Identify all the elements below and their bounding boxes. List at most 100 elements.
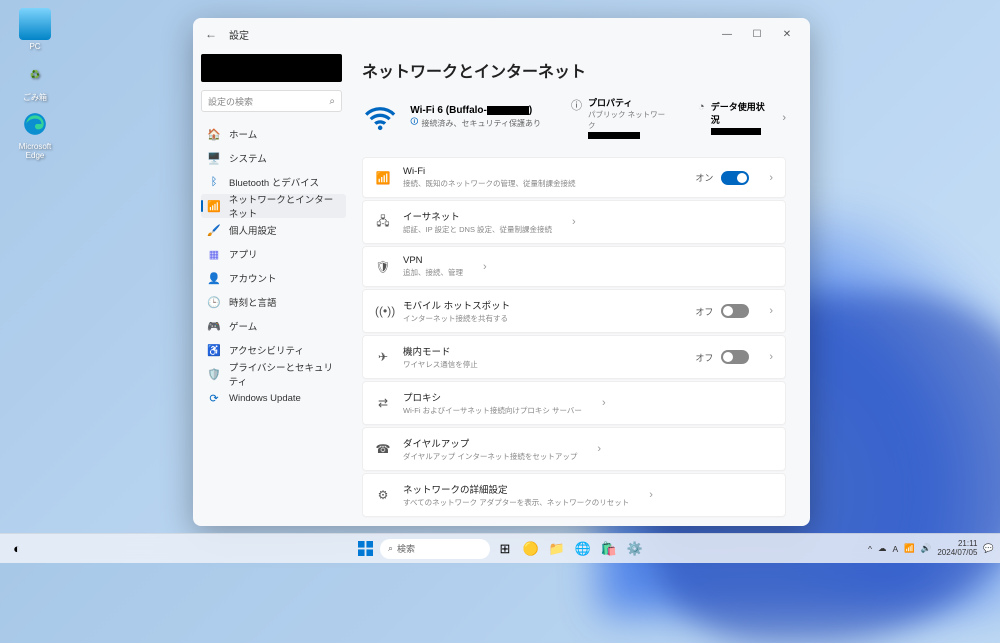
redacted-block [711,128,761,135]
apps-icon: ▦ [207,247,221,261]
chevron-right-icon: › [649,489,653,501]
taskbar-app-store[interactable]: 🛍️ [598,538,620,560]
sidebar-item-home[interactable]: 🏠ホーム [201,122,346,146]
setting-card-ethernet[interactable]: 🖧イーサネット認証、IP 設定と DNS 設定、従量制課金接続› [362,200,786,244]
sidebar-item-update[interactable]: ⟳ Windows Update [201,386,346,410]
toggle-label: オン [695,171,713,184]
sidebar-item-system[interactable]: 🖥️システム [201,146,346,170]
proxy-icon: ⇄ [375,396,391,410]
sidebar-item-label: ネットワークとインターネット [229,192,340,220]
search-placeholder: 設定の検索 [208,95,253,108]
card-subtitle: Wi-Fi およびイーサネット接続向けプロキシ サーバー [403,405,582,416]
taskbar-app-settings[interactable]: ⚙️ [624,538,646,560]
sidebar-item-label: アカウント [229,271,277,285]
card-subtitle: すべてのネットワーク アダプターを表示、ネットワークのリセット [403,497,629,508]
wifi-toggle[interactable] [721,171,749,185]
tray-chevron-up-icon[interactable]: ^ [868,544,872,554]
setting-card-hotspot[interactable]: ((•))モバイル ホットスポットインターネット接続を共有するオフ› [362,289,786,333]
card-title: モバイル ホットスポット [403,298,510,312]
data-usage-link[interactable]: ◔ データ使用状況 [698,100,770,135]
time-icon: 🕒 [207,295,221,309]
personalize-icon: 🖌️ [207,223,221,237]
sidebar-item-label: Bluetooth とデバイス [229,175,319,189]
taskbar: ◐ ⌕検索 ⊞ 🟡 📁 🌐 🛍️ ⚙️ ^ ☁ A 📶 🔊 21:11 2024… [0,533,1000,563]
update-icon: ⟳ [207,391,221,405]
home-icon: 🏠 [207,127,221,141]
chevron-right-icon: › [483,261,487,273]
search-icon: ⌕ [329,96,335,107]
toggle-label: オフ [695,305,713,318]
tray-onedrive-icon[interactable]: ☁ [878,543,887,554]
sidebar-item-label: Windows Update [229,393,301,404]
setting-card-proxy[interactable]: ⇄プロキシWi-Fi およびイーサネット接続向けプロキシ サーバー› [362,381,786,425]
airplane-icon: ✈ [375,350,391,364]
setting-card-dialup[interactable]: ☎ダイヤルアップダイヤルアップ インターネット接続をセットアップ› [362,427,786,471]
tray-volume-icon[interactable]: 🔊 [921,543,932,554]
info-icon: ⓘ [571,97,582,113]
tray-wifi-icon[interactable]: 📶 [904,543,915,554]
recycle-bin-icon: ♻️ [19,58,51,90]
properties-link[interactable]: ⓘ プロパティ パブリック ネットワーク [571,96,668,139]
system-icon: 🖥️ [207,151,221,165]
sidebar-item-account[interactable]: 👤 アカウント [201,266,346,290]
close-button[interactable]: ✕ [772,22,802,46]
sidebar-item-time[interactable]: 🕒 時刻と言語 [201,290,346,314]
sidebar-item-personalize[interactable]: 🖌️個人用設定 [201,218,346,242]
access-icon: ♿ [207,343,221,357]
advanced-icon: ⚙ [375,488,391,502]
copilot-button[interactable]: 🟡 [520,538,542,560]
taskbar-app-explorer[interactable]: 📁 [546,538,568,560]
desktop-icon-edge[interactable]: Microsoft Edge [10,108,60,160]
card-subtitle: ワイヤレス通信を停止 [403,359,478,370]
titlebar: ← 設定 — ☐ ✕ [193,18,810,50]
redacted-block [588,132,640,139]
card-subtitle: 追加、接続、管理 [403,267,463,278]
user-account-block[interactable] [201,54,342,82]
taskbar-app-edge[interactable]: 🌐 [572,538,594,560]
desktop-icon-pc[interactable]: PC [10,8,60,51]
chevron-right-icon: › [597,443,601,455]
chevron-right-icon: › [769,351,773,363]
desktop-icon-recycle[interactable]: ♻️ ごみ箱 [10,58,60,103]
sidebar-item-label: アプリ [229,247,258,261]
back-button[interactable]: ← [201,27,221,41]
airplane-toggle[interactable] [721,350,749,364]
sidebar-item-privacy[interactable]: 🛡️プライバシーとセキュリティ [201,362,346,386]
card-title: プロキシ [403,390,582,404]
sidebar-item-gaming[interactable]: 🎮ゲーム [201,314,346,338]
card-subtitle: ダイヤルアップ インターネット接続をセットアップ [403,451,577,462]
ethernet-icon: 🖧 [375,212,391,233]
minimize-button[interactable]: — [712,22,742,46]
sidebar-item-access[interactable]: ♿アクセシビリティ [201,338,346,362]
setting-card-advanced[interactable]: ⚙ネットワークの詳細設定すべてのネットワーク アダプターを表示、ネットワークのリ… [362,473,786,517]
hotspot-toggle[interactable] [721,304,749,318]
card-title: 機内モード [403,344,478,358]
bluetooth-icon: ᛒ [207,175,221,189]
task-view-button[interactable]: ⊞ [494,538,516,560]
wifi-network-name: Wi-Fi 6 (Buffalo-) [410,105,541,116]
setting-card-airplane[interactable]: ✈ 機内モードワイヤレス通信を停止 オフ › [362,335,786,379]
tray-notifications-icon[interactable]: 💬 [983,543,994,554]
sidebar-item-label: 時刻と言語 [229,295,277,309]
sidebar-item-apps[interactable]: ▦ アプリ [201,242,346,266]
vpn-icon: 🛡 [375,260,391,274]
taskbar-clock[interactable]: 21:11 2024/07/05 [937,540,977,558]
widgets-button[interactable]: ◐ [6,538,28,560]
maximize-button[interactable]: ☐ [742,22,772,46]
taskbar-search[interactable]: ⌕検索 [380,539,490,559]
tray-ime[interactable]: A [893,544,899,554]
toggle-label: オフ [695,351,713,364]
data-usage-label: データ使用状況 [711,100,771,126]
settings-search[interactable]: 設定の検索 ⌕ [201,90,342,112]
account-icon: 👤 [207,271,221,285]
properties-sub: パブリック ネットワーク [588,109,668,131]
main-content: ネットワークとインターネット Wi-Fi 6 (Buffalo-) 🛈接続済み、… [350,50,810,526]
sidebar-item-network[interactable]: 📶ネットワークとインターネット [201,194,346,218]
setting-card-vpn[interactable]: 🛡VPN追加、接続、管理› [362,246,786,287]
properties-label: プロパティ [588,96,668,109]
setting-card-wifi[interactable]: 📶Wi-Fi接続、既知のネットワークの管理、従量制課金接続オン› [362,157,786,198]
start-button[interactable] [354,538,376,560]
redacted-ssid [487,106,529,115]
chevron-right-icon: › [769,305,773,317]
sidebar-item-bluetooth[interactable]: ᛒ Bluetooth とデバイス [201,170,346,194]
